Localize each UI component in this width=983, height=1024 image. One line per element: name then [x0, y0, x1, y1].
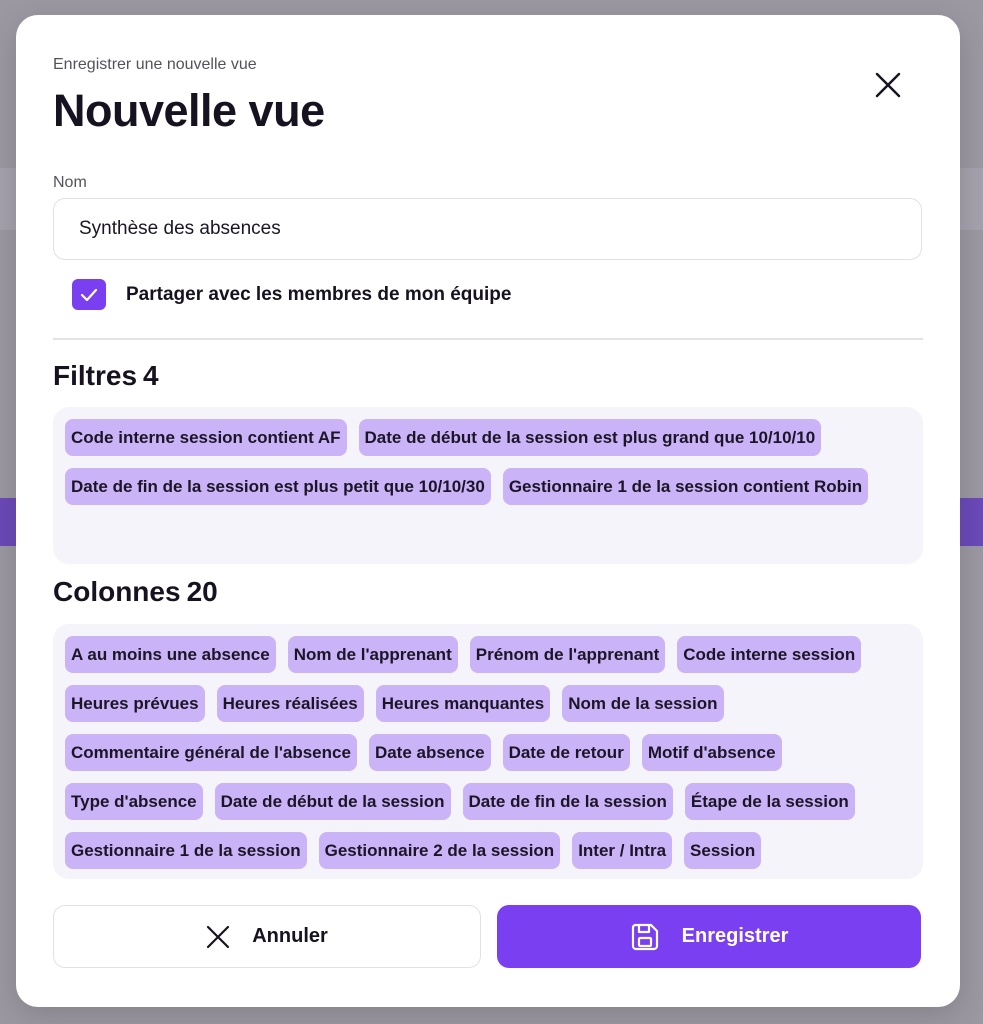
close-icon [875, 72, 901, 98]
column-chip: Date de début de la session [214, 783, 451, 820]
column-chip: Nom de la session [562, 685, 724, 722]
columns-count: 20 [186, 576, 218, 607]
column-chip: Nom de l'apprenant [287, 636, 458, 673]
column-chip: Heures manquantes [375, 685, 551, 722]
column-chip: Date de fin de la session [462, 783, 673, 820]
column-chip: A au moins une absence [65, 636, 276, 673]
divider [53, 338, 923, 340]
column-chip: Gestionnaire 1 de la session [65, 832, 307, 869]
columns-heading: Colonnes 20 [53, 576, 218, 608]
filters-chip-list: Code interne session contient AF Date de … [53, 407, 923, 564]
cancel-label: Annuler [252, 925, 328, 947]
name-input[interactable] [53, 198, 922, 260]
share-option[interactable]: Partager avec les membres de mon équipe [72, 279, 511, 310]
column-chip: Motif d'absence [641, 734, 782, 771]
filters-heading: Filtres 4 [53, 360, 159, 392]
close-icon [207, 925, 230, 948]
filters-title: Filtres [53, 360, 138, 391]
save-label: Enregistrer [681, 925, 789, 947]
column-chip: Date de retour [502, 734, 630, 771]
cancel-button[interactable]: Annuler [53, 905, 481, 968]
column-chip: Prénom de l'apprenant [469, 636, 666, 673]
filter-chip: Date de fin de la session est plus petit… [65, 468, 491, 505]
share-checkbox[interactable] [72, 279, 106, 310]
columns-title: Colonnes [53, 576, 181, 607]
column-chip: Heures prévues [65, 685, 205, 722]
share-label: Partager avec les membres de mon équipe [126, 283, 512, 305]
column-chip: Date absence [368, 734, 491, 771]
save-button[interactable]: Enregistrer [497, 905, 921, 968]
filter-chip: Code interne session contient AF [65, 419, 347, 456]
column-chip: Étape de la session [684, 783, 855, 820]
column-chip: Commentaire général de l'absence [65, 734, 357, 771]
floppy-disk-icon [631, 923, 658, 950]
modal-title: Nouvelle vue [53, 85, 325, 136]
column-chip: Type d'absence [65, 783, 203, 820]
close-button[interactable] [868, 65, 908, 105]
column-chip: Heures réalisées [216, 685, 364, 722]
column-chip: Session [684, 832, 762, 869]
modal-subtitle: Enregistrer une nouvelle vue [53, 56, 257, 73]
column-chip: Inter / Intra [572, 832, 673, 869]
column-chip: Code interne session [677, 636, 862, 673]
name-label: Nom [53, 174, 87, 191]
filter-chip: Date de début de la session est plus gra… [358, 419, 822, 456]
filter-chip: Gestionnaire 1 de la session contient Ro… [502, 468, 869, 505]
columns-chip-list: A au moins une absence Nom de l'apprenant… [53, 624, 923, 879]
column-chip: Gestionnaire 2 de la session [318, 832, 561, 869]
checkmark-icon [80, 288, 98, 301]
save-view-modal: Enregistrer une nouvelle vue Nouvelle vu… [16, 15, 960, 1007]
filters-count: 4 [143, 360, 159, 391]
